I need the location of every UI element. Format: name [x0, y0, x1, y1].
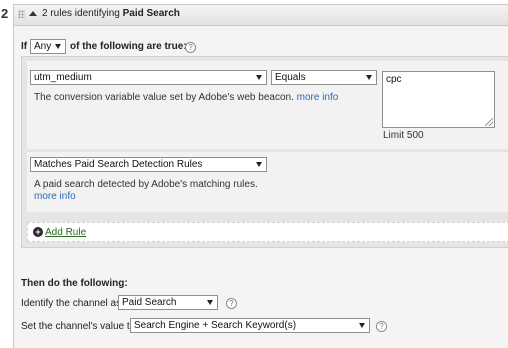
variable-select-value: utm_medium [34, 72, 92, 83]
chevron-down-icon [55, 44, 61, 49]
add-rule-link[interactable]: Add Rule [45, 227, 86, 238]
channel-value-value: Search Engine + Search Keyword(s) [134, 320, 297, 331]
actions-title: Then do the following: [21, 278, 128, 289]
chevron-down-icon [207, 300, 213, 305]
rule-title[interactable]: 2 rules identifying Paid Search [42, 8, 180, 19]
help-icon[interactable]: ? [376, 321, 387, 332]
help-icon[interactable]: ? [226, 298, 237, 309]
operator-select-value: Equals [275, 72, 306, 83]
channel-value-select[interactable]: Search Engine + Search Keyword(s) [130, 318, 370, 333]
identify-channel-select[interactable]: Paid Search [118, 295, 218, 310]
add-rule-bar [27, 222, 508, 242]
rule-description: The conversion variable value set by Ado… [34, 92, 338, 103]
detection-rules-select[interactable]: Matches Paid Search Detection Rules [30, 157, 267, 172]
plus-icon[interactable]: + [33, 227, 43, 237]
collapse-caret-icon[interactable] [29, 11, 37, 16]
chevron-down-icon [366, 75, 372, 80]
rule-description: A paid search detected by Adobe's matchi… [34, 179, 258, 190]
resize-grip-icon[interactable] [485, 118, 493, 126]
more-info-link[interactable]: more info [297, 92, 339, 103]
chevron-down-icon [256, 162, 262, 167]
match-mode-value: Any [34, 41, 52, 52]
chevron-down-icon [359, 323, 365, 328]
value-text: cpc [386, 74, 402, 85]
chevron-down-icon [256, 75, 262, 80]
match-mode-select[interactable]: Any [30, 39, 66, 54]
conditions-label: of the following are true: [70, 41, 187, 52]
rule-number: 2 [1, 6, 9, 21]
drag-handle-icon[interactable] [18, 10, 25, 18]
rule-title-prefix: 2 rules identifying [42, 8, 123, 19]
identify-channel-label: Identify the channel as [21, 298, 122, 309]
limit-text: Limit 500 [383, 130, 424, 141]
detection-rules-value: Matches Paid Search Detection Rules [34, 159, 203, 170]
operator-select[interactable]: Equals [271, 70, 377, 85]
rule-description-text: The conversion variable value set by Ado… [34, 92, 294, 103]
channel-value-label: Set the channel's value to [21, 321, 136, 332]
value-textarea[interactable]: cpc [382, 71, 495, 128]
more-info-link[interactable]: more info [34, 191, 76, 202]
help-icon[interactable]: ? [185, 42, 196, 53]
variable-select[interactable]: utm_medium [30, 70, 267, 85]
identify-channel-value: Paid Search [122, 297, 177, 308]
if-label: If [21, 41, 28, 52]
rule-title-channel: Paid Search [122, 8, 180, 19]
